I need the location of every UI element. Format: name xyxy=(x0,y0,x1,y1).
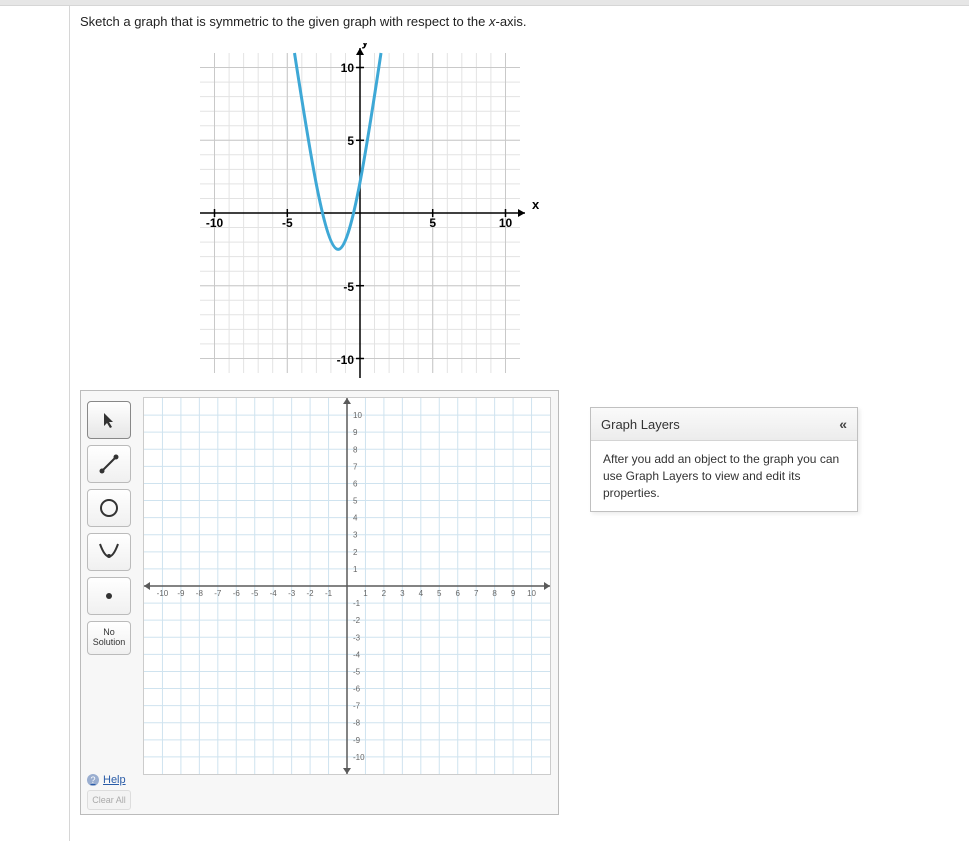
circle-tool-button[interactable] xyxy=(87,489,131,527)
graph-tool-frame: No Solution -10-9-8-7-6-5-4-3-2-11234567… xyxy=(80,390,559,815)
svg-text:-4: -4 xyxy=(353,650,361,659)
svg-text:-5: -5 xyxy=(353,667,361,676)
svg-text:-9: -9 xyxy=(353,736,361,745)
svg-text:10: 10 xyxy=(353,411,362,420)
svg-text:-3: -3 xyxy=(353,633,361,642)
tick-x-neg10: -10 xyxy=(206,216,224,230)
collapse-icon[interactable]: « xyxy=(839,416,847,432)
svg-text:-9: -9 xyxy=(177,589,185,598)
svg-text:5: 5 xyxy=(353,497,358,506)
point-icon xyxy=(102,589,116,603)
svg-text:8: 8 xyxy=(492,589,497,598)
y-axis-label: y xyxy=(361,43,369,49)
tick-y-neg5: -5 xyxy=(343,280,354,294)
svg-text:-6: -6 xyxy=(233,589,241,598)
svg-text:-1: -1 xyxy=(325,589,333,598)
help-label: Help xyxy=(103,774,126,786)
line-icon xyxy=(98,453,120,475)
svg-text:7: 7 xyxy=(474,589,479,598)
svg-text:7: 7 xyxy=(353,462,358,471)
svg-text:9: 9 xyxy=(511,589,516,598)
x-axis-label: x xyxy=(532,197,540,212)
svg-text:-8: -8 xyxy=(196,589,204,598)
graph-toolbar: No Solution xyxy=(87,401,139,661)
svg-text:-7: -7 xyxy=(214,589,222,598)
line-tool-button[interactable] xyxy=(87,445,131,483)
svg-text:-4: -4 xyxy=(270,589,278,598)
svg-text:-3: -3 xyxy=(288,589,296,598)
question-text: Sketch a graph that is symmetric to the … xyxy=(80,14,969,29)
top-divider xyxy=(0,0,969,6)
svg-text:4: 4 xyxy=(353,514,358,523)
svg-text:-6: -6 xyxy=(353,685,361,694)
pointer-icon xyxy=(101,411,117,429)
svg-text:2: 2 xyxy=(353,548,358,557)
point-tool-button[interactable] xyxy=(87,577,131,615)
given-graph: y x -10 -5 5 10 10 5 -5 -10 xyxy=(180,43,969,396)
svg-text:-7: -7 xyxy=(353,702,361,711)
graph-layers-title: Graph Layers xyxy=(601,417,680,432)
tick-x-10: 10 xyxy=(499,216,513,230)
question-suffix: -axis. xyxy=(495,14,526,29)
svg-text:-2: -2 xyxy=(353,616,361,625)
svg-text:-10: -10 xyxy=(157,589,169,598)
graph-canvas[interactable]: -10-9-8-7-6-5-4-3-2-11234567891010987654… xyxy=(143,397,551,775)
svg-text:-8: -8 xyxy=(353,719,361,728)
clear-all-button[interactable]: Clear All xyxy=(87,790,131,810)
svg-text:3: 3 xyxy=(353,531,358,540)
graph-layers-body: After you add an object to the graph you… xyxy=(591,441,857,511)
tick-x-5: 5 xyxy=(429,216,436,230)
svg-text:-2: -2 xyxy=(307,589,315,598)
clear-all-label: Clear All xyxy=(92,795,126,805)
tick-y-10: 10 xyxy=(341,61,355,75)
parabola-icon xyxy=(97,541,121,563)
tick-x-neg5: -5 xyxy=(282,216,293,230)
svg-text:2: 2 xyxy=(382,589,387,598)
svg-text:-5: -5 xyxy=(251,589,259,598)
parabola-tool-button[interactable] xyxy=(87,533,131,571)
svg-text:10: 10 xyxy=(527,589,536,598)
left-divider xyxy=(69,6,70,841)
tick-y-neg10: -10 xyxy=(337,353,355,367)
svg-text:1: 1 xyxy=(353,565,358,574)
svg-text:8: 8 xyxy=(353,445,358,454)
tick-y-5: 5 xyxy=(347,134,354,148)
graph-layers-panel: Graph Layers « After you add an object t… xyxy=(590,407,858,512)
svg-text:-1: -1 xyxy=(353,599,361,608)
pointer-tool-button[interactable] xyxy=(87,401,131,439)
svg-text:9: 9 xyxy=(353,428,358,437)
no-solution-label-2: Solution xyxy=(93,638,126,648)
svg-text:6: 6 xyxy=(353,479,358,488)
svg-text:5: 5 xyxy=(437,589,442,598)
svg-text:3: 3 xyxy=(400,589,405,598)
graph-layers-header: Graph Layers « xyxy=(591,408,857,441)
no-solution-button[interactable]: No Solution xyxy=(87,621,131,655)
svg-text:6: 6 xyxy=(456,589,461,598)
help-link[interactable]: ? Help xyxy=(87,774,131,786)
question-prefix: Sketch a graph that is symmetric to the … xyxy=(80,14,489,29)
circle-icon xyxy=(98,497,120,519)
help-icon: ? xyxy=(87,774,99,786)
svg-text:4: 4 xyxy=(419,589,424,598)
svg-text:-10: -10 xyxy=(353,753,365,762)
svg-text:1: 1 xyxy=(363,589,368,598)
